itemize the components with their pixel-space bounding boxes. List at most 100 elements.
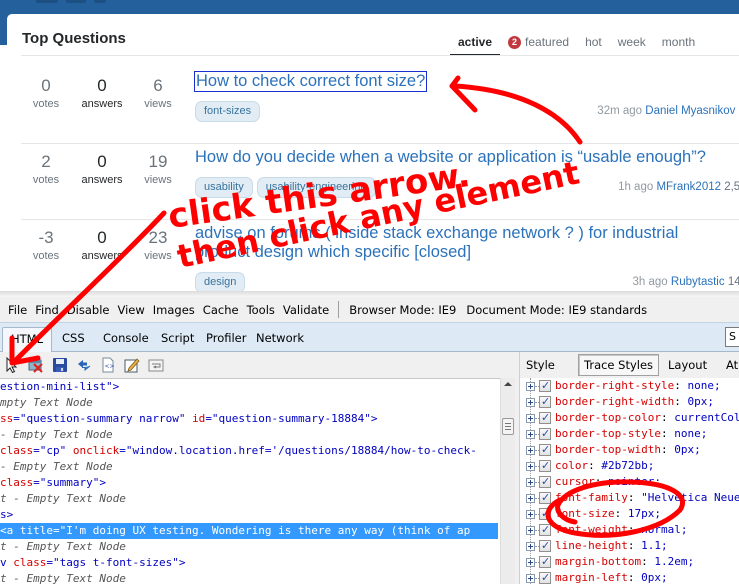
tab-html[interactable]: HTML (2, 327, 53, 353)
enable-property-checkbox[interactable] (539, 426, 551, 442)
dom-tree-scrollbar[interactable] (500, 378, 515, 584)
dom-node-selected[interactable]: <a title="I'm doing UX testing. Wonderin… (0, 523, 498, 539)
enable-property-checkbox[interactable] (539, 442, 551, 458)
browser-mode-menu[interactable]: Browser Mode: IE9 (344, 303, 461, 317)
property-value[interactable]: currentColor; (674, 411, 739, 424)
save-icon[interactable] (52, 357, 68, 373)
menu-images[interactable]: Images (149, 303, 199, 317)
property-value[interactable]: "Helvetica Neue"; (641, 491, 739, 504)
expand-icon[interactable] (526, 494, 535, 503)
property-value[interactable]: 1.2em; (654, 555, 694, 568)
expand-icon[interactable] (526, 430, 535, 439)
expand-icon[interactable] (526, 542, 535, 551)
scroll-up-arrow[interactable] (504, 382, 512, 386)
views-label: views (144, 98, 172, 110)
word-wrap-icon[interactable] (148, 357, 164, 373)
scroll-thumb[interactable] (502, 418, 514, 435)
question-user-link[interactable]: Daniel Myasnikov (645, 105, 735, 117)
property-value[interactable]: none; (687, 379, 720, 392)
dom-node-line[interactable]: class="cp" onclick="window.location.href… (0, 443, 500, 459)
tab-trace-styles[interactable]: Trace Styles (578, 354, 660, 376)
view-source-icon[interactable]: <> (100, 357, 116, 373)
expand-icon[interactable] (526, 446, 535, 455)
tab-month[interactable]: month (654, 34, 703, 56)
enable-property-checkbox[interactable] (539, 458, 551, 474)
menu-validate[interactable]: Validate (279, 303, 333, 317)
document-mode-menu[interactable]: Document Mode: IE9 standards (461, 303, 652, 317)
property-value[interactable]: 0px; (687, 395, 714, 408)
expand-icon[interactable] (526, 414, 535, 423)
enable-property-checkbox[interactable] (539, 522, 551, 538)
dom-node-line[interactable]: estion-mini-list"> (0, 379, 500, 395)
property-value[interactable]: 1.1; (641, 539, 668, 552)
menu-view[interactable]: View (113, 303, 148, 317)
dom-tree-pane[interactable]: estion-mini-list"> mpty Text Node ss="ques… (0, 378, 500, 584)
dom-node-line[interactable]: - Empty Text Node (0, 427, 500, 443)
dom-node-line[interactable]: class="summary"> (0, 475, 500, 491)
question-title-link[interactable]: How do you decide when a website or appl… (195, 148, 706, 167)
dom-node-line[interactable]: v class="tags t-font-sizes"> (0, 555, 500, 571)
expand-icon[interactable] (526, 398, 535, 407)
menu-tools[interactable]: Tools (243, 303, 279, 317)
expand-icon[interactable] (526, 462, 535, 471)
tab-profiler[interactable]: Profiler (206, 331, 247, 345)
property-value[interactable]: none; (674, 427, 707, 440)
dom-node-line[interactable]: mpty Text Node (0, 395, 500, 411)
expand-icon[interactable] (526, 510, 535, 519)
enable-property-checkbox[interactable] (539, 394, 551, 410)
menu-disable[interactable]: Disable (63, 303, 114, 317)
enable-property-checkbox[interactable] (539, 378, 551, 394)
devtools-search-input[interactable]: S (725, 327, 739, 347)
select-element-icon[interactable] (4, 356, 20, 374)
enable-property-checkbox[interactable] (539, 506, 551, 522)
dom-node-line[interactable]: s> (0, 507, 500, 523)
menu-cache[interactable]: Cache (199, 303, 243, 317)
clear-cache-icon[interactable] (28, 357, 44, 373)
tab-attributes[interactable]: At (726, 358, 738, 372)
question-title-link[interactable]: How to check correct font size? (193, 71, 428, 92)
dom-node-line[interactable]: t - Empty Text Node (0, 539, 500, 555)
expand-icon[interactable] (526, 574, 535, 583)
tab-featured[interactable]: 2 featured (500, 34, 577, 56)
expand-icon[interactable] (526, 478, 535, 487)
dom-node-line[interactable]: - Empty Text Node (0, 459, 500, 475)
question-user-link[interactable]: MFrank2012 (656, 181, 721, 193)
enable-property-checkbox[interactable] (539, 570, 551, 584)
tab-layout[interactable]: Layout (668, 358, 707, 372)
tab-week[interactable]: week (610, 34, 654, 56)
tag-font-sizes[interactable]: font-sizes (195, 101, 261, 122)
enable-property-checkbox[interactable] (539, 410, 551, 426)
question-title-link[interactable]: advise on forums ( inside stack exchange… (195, 224, 735, 262)
tab-css[interactable]: CSS (62, 331, 85, 345)
tag-usability[interactable]: usability (195, 177, 253, 198)
enable-property-checkbox[interactable] (539, 490, 551, 506)
tab-hot[interactable]: hot (577, 34, 610, 56)
expand-icon[interactable] (526, 382, 535, 391)
tab-console[interactable]: Console (103, 331, 149, 345)
tab-network[interactable]: Network (256, 331, 304, 345)
enable-property-checkbox[interactable] (539, 538, 551, 554)
property-value[interactable]: normal; (641, 523, 687, 536)
enable-property-checkbox[interactable] (539, 474, 551, 490)
menu-file[interactable]: File (4, 303, 31, 317)
expand-icon[interactable] (526, 558, 535, 567)
dom-node-line[interactable]: ss="question-summary narrow" id="questio… (0, 411, 500, 427)
tab-active[interactable]: active (450, 34, 501, 56)
property-value[interactable]: pointer; (608, 475, 661, 488)
refresh-icon[interactable] (76, 357, 92, 373)
tag-design[interactable]: design (195, 272, 246, 293)
tab-script[interactable]: Script (161, 331, 194, 345)
enable-property-checkbox[interactable] (539, 554, 551, 570)
tab-style[interactable]: Style (526, 358, 555, 372)
expand-icon[interactable] (526, 526, 535, 535)
dom-node-line[interactable]: t - Empty Text Node (0, 491, 500, 507)
property-value[interactable]: 0px; (674, 443, 701, 456)
property-value[interactable]: 0px; (641, 571, 668, 584)
dom-node-line[interactable]: t - Empty Text Node (0, 571, 500, 584)
property-value[interactable]: 17px; (628, 507, 661, 520)
property-value[interactable]: #2b72bb; (601, 459, 654, 472)
tag-usability-engineering[interactable]: usability-engineering (256, 177, 376, 198)
menu-find[interactable]: Find (31, 303, 63, 317)
edit-icon[interactable] (124, 357, 140, 373)
question-user-link[interactable]: Rubytastic (671, 276, 725, 288)
